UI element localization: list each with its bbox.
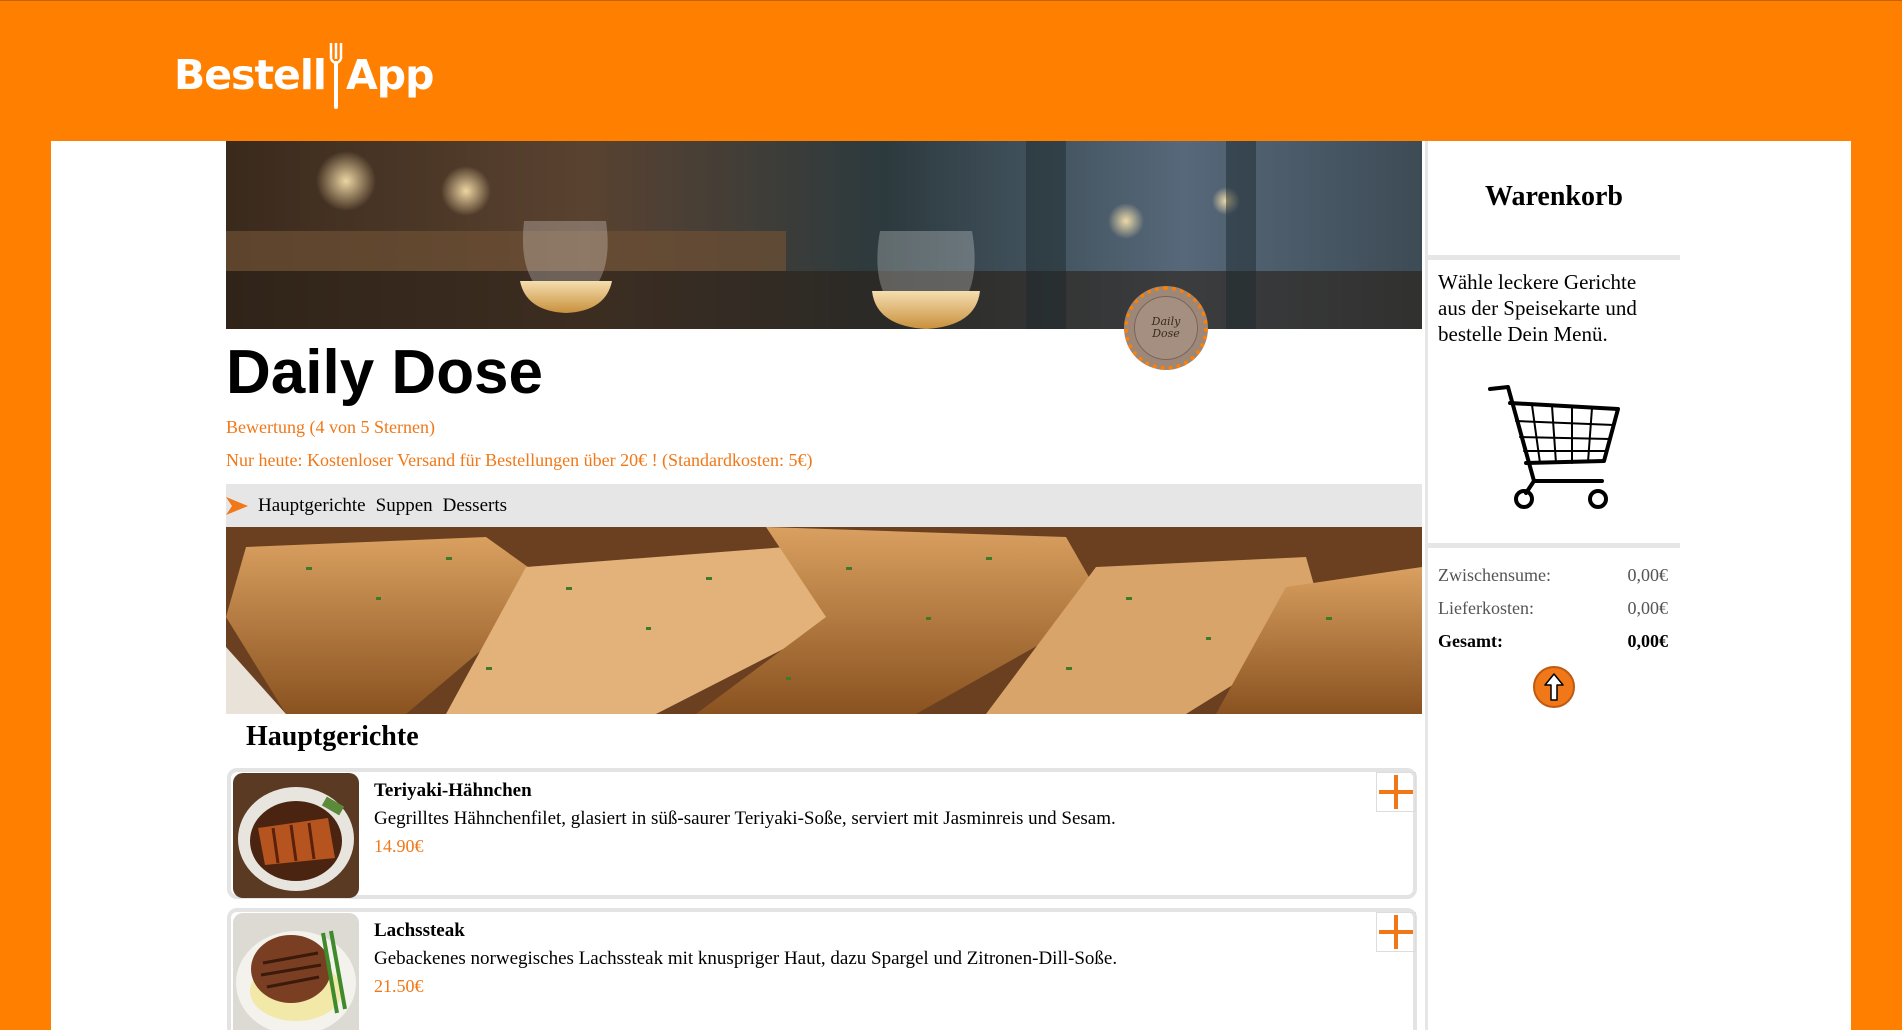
category-banner-image: [226, 527, 1422, 714]
dish-description: Gegrilltes Hähnchenfilet, glasiert in sü…: [374, 808, 1116, 829]
category-link-suppen[interactable]: Suppen: [376, 495, 433, 517]
restaurant-main: Daily Dose Daily Dose Bewertung (4 von 5 …: [226, 141, 1422, 1030]
app-logo[interactable]: Bestell App: [174, 41, 434, 109]
shopping-cart-panel: Warenkorb Wähle leckere Gerichte aus der…: [1425, 141, 1680, 1030]
page-content: Daily Dose Daily Dose Bewertung (4 von 5 …: [51, 141, 1851, 1030]
dish-name: Teriyaki-Hähnchen: [374, 780, 532, 801]
delivery-label: Lieferkosten:: [1438, 598, 1534, 618]
dish-card: Lachssteak Gebackenes norwegisches Lachs…: [227, 908, 1417, 1030]
dish-price: 21.50€: [374, 976, 424, 996]
restaurant-rating: Bewertung (4 von 5 Sternen): [226, 417, 435, 437]
dish-description: Gebackenes norwegisches Lachssteak mit k…: [374, 948, 1118, 969]
scroll-up-button[interactable]: [1533, 666, 1575, 708]
cart-title: Warenkorb: [1485, 181, 1623, 212]
dish-card: Teriyaki-Hähnchen Gegrilltes Hähnchenfil…: [227, 768, 1417, 899]
header: Bestell App: [0, 0, 1902, 141]
plus-icon[interactable]: [1376, 772, 1416, 812]
dish-image-lachssteak: [233, 913, 359, 1030]
brand-right: App: [345, 51, 434, 99]
subtotal-value: 0,00€: [1627, 565, 1669, 585]
subtotal-row: Zwischensume: 0,00€: [1438, 565, 1668, 586]
total-row: Gesamt: 0,00€: [1438, 631, 1668, 652]
promo-text: Nur heute: Kostenloser Versand für Beste…: [226, 450, 813, 470]
restaurant-banner-image: [226, 141, 1422, 329]
dish-name: Lachssteak: [374, 920, 465, 941]
subtotal-label: Zwischensume:: [1438, 565, 1551, 585]
dish-price: 14.90€: [374, 836, 424, 856]
brand-left: Bestell: [174, 51, 327, 99]
category-nav: Hauptgerichte Suppen Desserts: [226, 484, 1422, 527]
fork-knife-icon: [329, 43, 343, 109]
category-link-hauptgerichte[interactable]: Hauptgerichte: [258, 495, 366, 517]
arrow-up-icon: [1544, 673, 1564, 701]
dish-image-teriyaki: [233, 773, 359, 898]
restaurant-name: Daily Dose: [226, 338, 544, 407]
plus-icon[interactable]: [1376, 912, 1416, 952]
arrow-right-icon: [226, 496, 248, 515]
category-link-desserts[interactable]: Desserts: [443, 495, 507, 517]
total-label: Gesamt:: [1438, 631, 1503, 651]
section-title: Hauptgerichte: [246, 721, 419, 752]
cart-empty-message: Wähle leckere Gerichte aus der Speisekar…: [1438, 270, 1637, 346]
restaurant-logo: Daily Dose: [1124, 286, 1208, 370]
total-value: 0,00€: [1627, 631, 1669, 651]
divider: [1428, 543, 1680, 548]
delivery-value: 0,00€: [1627, 598, 1669, 618]
divider: [1428, 255, 1680, 260]
delivery-row: Lieferkosten: 0,00€: [1438, 598, 1668, 619]
shopping-cart-icon: [1488, 385, 1620, 509]
